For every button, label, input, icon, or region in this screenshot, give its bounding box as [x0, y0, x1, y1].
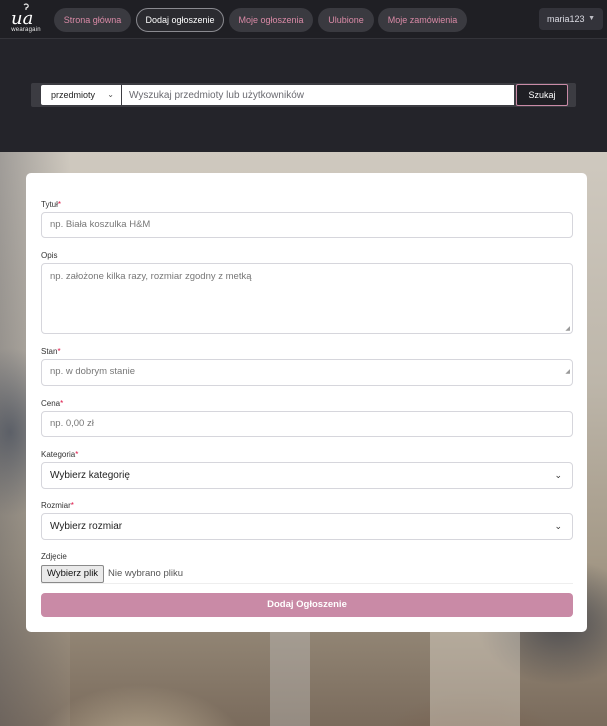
photo-label: Zdjęcie: [41, 552, 67, 561]
search-input[interactable]: [122, 85, 514, 105]
nav-my-listings[interactable]: Moje ogłoszenia: [229, 8, 313, 32]
state-input[interactable]: np. w dobrym stanie ◢: [41, 359, 573, 386]
size-select-value: Wybierz rozmiar: [50, 521, 123, 532]
category-select[interactable]: Wybierz kategorię ⌄: [41, 462, 573, 489]
logo[interactable]: ua wearagain: [8, 2, 44, 36]
search-category-value: przedmioty: [51, 90, 96, 100]
price-input[interactable]: np. 0,00 zł: [41, 411, 573, 437]
title-label: Tytuł*: [41, 200, 62, 209]
logo-text: wearagain: [11, 27, 41, 33]
nav-add-listing[interactable]: Dodaj ogłoszenie: [136, 8, 224, 32]
nav-favorites[interactable]: Ulubione: [318, 8, 374, 32]
chevron-down-icon: ▼: [588, 15, 595, 22]
chevron-down-icon: ⌄: [107, 90, 114, 99]
chevron-down-icon: ⌄: [554, 521, 562, 531]
nav-my-orders[interactable]: Moje zamówienia: [378, 8, 467, 32]
price-label: Cena*: [41, 399, 64, 408]
size-select[interactable]: Wybierz rozmiar ⌄: [41, 513, 573, 540]
search-bar: przedmioty ⌄ Szukaj: [31, 83, 576, 107]
navbar: ua wearagain Strona główna Dodaj ogłosze…: [0, 0, 607, 39]
state-placeholder: np. w dobrym stanie: [50, 366, 136, 377]
size-label: Rozmiar*: [41, 501, 74, 510]
state-label: Stan*: [41, 347, 61, 356]
description-placeholder: np. założone kilka razy, rozmiar zgodny …: [50, 271, 252, 282]
description-label: Opis: [41, 251, 58, 260]
resize-handle-icon[interactable]: ◢: [565, 325, 570, 332]
resize-handle-icon[interactable]: ◢: [565, 360, 570, 384]
photo-file-input: Wybierz plik Nie wybrano pliku: [41, 565, 573, 584]
file-status: Nie wybrano pliku: [108, 568, 183, 579]
choose-file-button[interactable]: Wybierz plik: [41, 565, 104, 583]
description-textarea[interactable]: np. założone kilka razy, rozmiar zgodny …: [41, 263, 573, 334]
submit-listing-button[interactable]: Dodaj Ogłoszenie: [41, 593, 573, 617]
logo-hanger-icon: ua: [11, 3, 33, 29]
search-button[interactable]: Szukaj: [516, 84, 568, 106]
username: maria123: [547, 14, 585, 24]
user-menu-button[interactable]: maria123 ▼: [539, 8, 603, 30]
chevron-down-icon: ⌄: [554, 470, 562, 480]
nav-home[interactable]: Strona główna: [54, 8, 131, 32]
add-listing-form: Tytuł* np. Biała koszulka H&M Opis np. z…: [26, 173, 587, 632]
search-section: przedmioty ⌄ Szukaj: [0, 40, 607, 152]
title-input[interactable]: np. Biała koszulka H&M: [41, 212, 573, 238]
search-category-select[interactable]: przedmioty ⌄: [41, 85, 121, 105]
svg-text:ua: ua: [11, 8, 33, 29]
category-select-value: Wybierz kategorię: [50, 470, 130, 481]
category-label: Kategoria*: [41, 450, 79, 459]
